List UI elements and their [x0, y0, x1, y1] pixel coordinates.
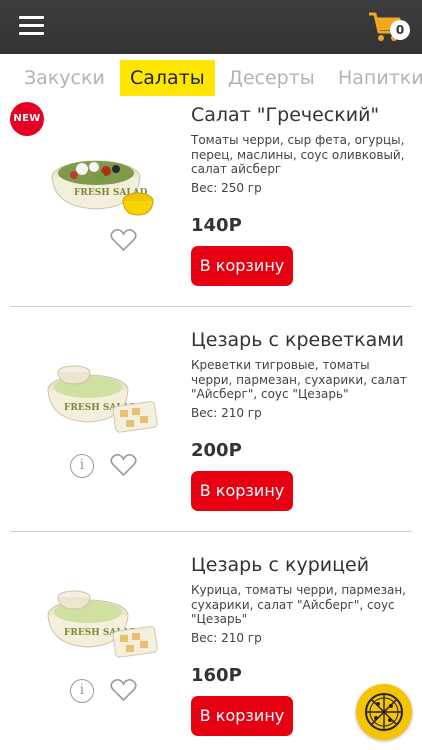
new-badge: NEW	[10, 102, 44, 136]
shopping-cart-button[interactable]: 0	[368, 8, 410, 46]
tab-zakuski[interactable]: Закуски	[14, 60, 115, 96]
divider	[10, 306, 412, 307]
pizza-icon	[365, 693, 403, 731]
product-price: 160Р	[191, 665, 242, 686]
divider	[10, 531, 412, 532]
product-description: Креветки тигровые, томаты черри, пармеза…	[191, 358, 407, 401]
info-icon[interactable]: i	[70, 679, 94, 703]
tab-napitki[interactable]: Напитки	[328, 60, 422, 96]
add-to-cart-button[interactable]: В корзину	[191, 471, 293, 511]
product-price: 200Р	[191, 440, 242, 461]
product-description: Томаты черри, сыр фета, огурцы, перец, м…	[191, 133, 405, 176]
add-to-cart-button[interactable]: В корзину	[191, 246, 293, 286]
favorite-heart-icon[interactable]	[110, 453, 137, 477]
category-tabs: Закуски Салаты Десерты Напитки	[0, 54, 422, 102]
add-to-cart-button[interactable]: В корзину	[191, 696, 293, 736]
product-image: FRESH SALAD	[47, 365, 158, 433]
favorite-heart-icon[interactable]	[110, 228, 137, 252]
product-title: Цезарь с креветками	[191, 329, 404, 351]
tab-deserty[interactable]: Десерты	[218, 60, 325, 96]
product-description: Курица, томаты черри, пармезан, сухарики…	[191, 583, 406, 626]
info-icon[interactable]: i	[70, 454, 94, 478]
product-weight: Вес: 250 гр	[191, 181, 262, 195]
hamburger-menu-icon[interactable]	[19, 16, 44, 37]
product-title: Цезарь с курицей	[191, 554, 370, 576]
product-title: Салат "Греческий"	[191, 104, 380, 126]
favorite-heart-icon[interactable]	[110, 678, 137, 702]
product-image: FRESH SALAD	[47, 590, 158, 658]
pizza-fab-button[interactable]	[356, 684, 412, 740]
product-image: FRESH SALAD	[51, 160, 154, 216]
product-weight: Вес: 210 гр	[191, 406, 262, 420]
app-header: 0	[0, 0, 422, 54]
tab-salaty[interactable]: Салаты	[120, 60, 215, 96]
product-price: 140Р	[191, 215, 242, 236]
product-weight: Вес: 210 гр	[191, 631, 262, 645]
cart-count-badge: 0	[390, 20, 410, 40]
